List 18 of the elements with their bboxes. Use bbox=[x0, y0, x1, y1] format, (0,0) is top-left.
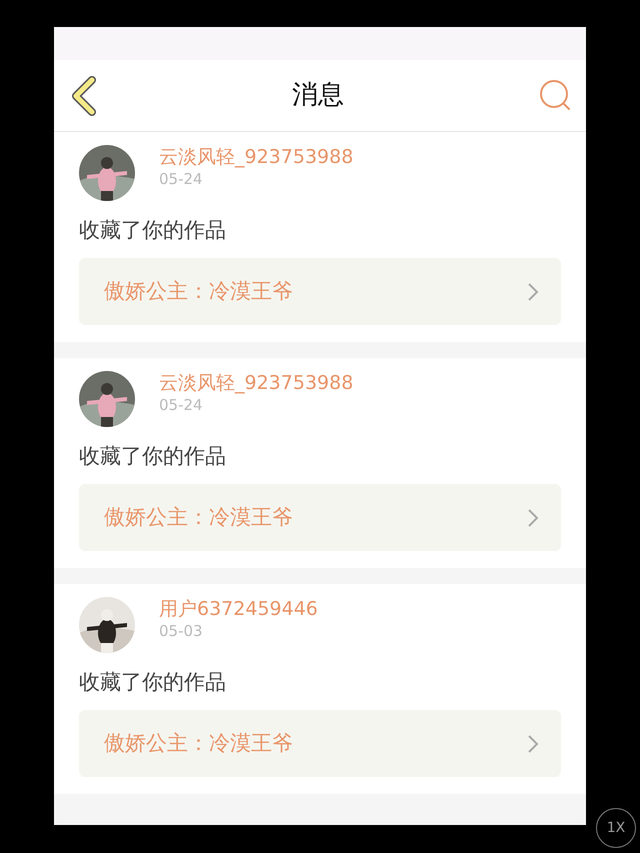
chevron-right-icon bbox=[527, 508, 539, 528]
message-text: 收藏了你的作品 bbox=[79, 443, 227, 470]
work-link[interactable]: 傲娇公主：冷漠王爷 bbox=[79, 710, 561, 777]
message-date: 05-24 bbox=[159, 395, 204, 415]
zoom-button[interactable]: 1X bbox=[596, 808, 636, 848]
user-name[interactable]: 云淡风轻_923753988 bbox=[159, 371, 354, 395]
message-date: 05-03 bbox=[159, 621, 204, 641]
message-text: 收藏了你的作品 bbox=[79, 217, 227, 244]
user-name[interactable]: 云淡风轻_923753988 bbox=[159, 145, 354, 169]
chevron-right-icon bbox=[527, 282, 539, 302]
chevron-right-icon bbox=[527, 734, 539, 754]
back-icon[interactable] bbox=[70, 76, 98, 116]
message-date: 05-24 bbox=[159, 169, 204, 189]
work-link[interactable]: 傲娇公主：冷漠王爷 bbox=[79, 484, 561, 551]
work-link[interactable]: 傲娇公主：冷漠王爷 bbox=[79, 258, 561, 325]
page-title: 消息 bbox=[292, 79, 344, 112]
message-text: 收藏了你的作品 bbox=[79, 669, 227, 696]
user-name[interactable]: 用户6372459446 bbox=[159, 597, 318, 621]
